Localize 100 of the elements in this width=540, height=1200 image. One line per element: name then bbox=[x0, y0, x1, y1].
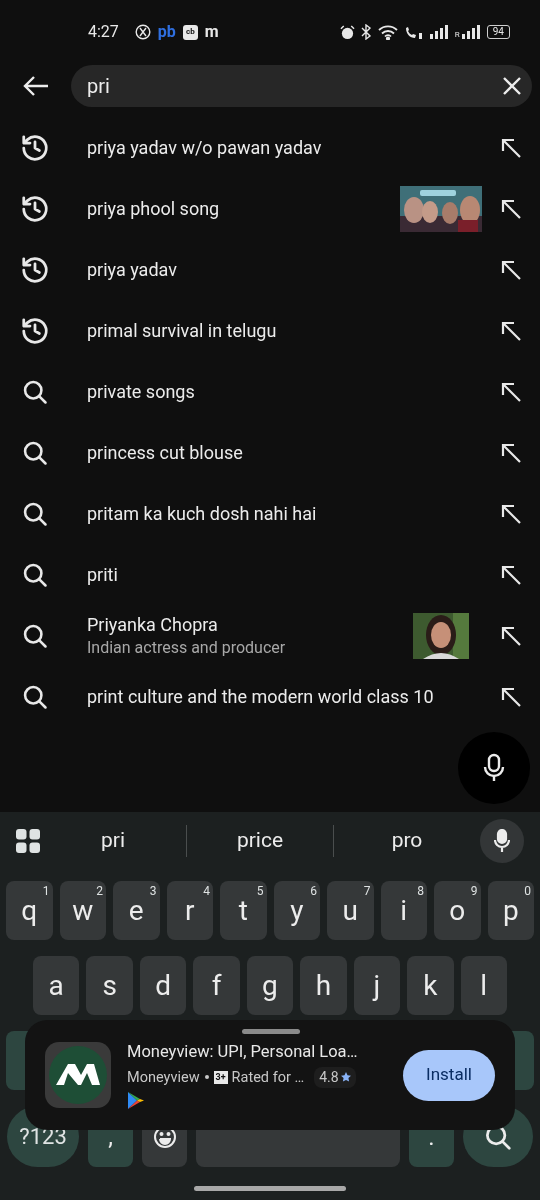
fill-query-arrow-icon[interactable] bbox=[500, 319, 522, 342]
close-icon[interactable] bbox=[502, 76, 522, 96]
status-time: 4:27 bbox=[88, 21, 119, 43]
play-store-icon bbox=[127, 1091, 145, 1111]
keyboard-key[interactable]: a bbox=[33, 956, 80, 1015]
fill-query-arrow-icon[interactable] bbox=[500, 258, 522, 281]
suggestion-text: primal survival in telugu bbox=[87, 318, 278, 343]
signal-icon bbox=[429, 25, 449, 39]
wifi-calling-icon bbox=[403, 24, 424, 40]
history-icon bbox=[20, 193, 50, 224]
fill-query-arrow-icon[interactable] bbox=[500, 136, 522, 159]
suggestion-subtitle: Indian actress and producer bbox=[87, 636, 287, 659]
key-hint: 4 bbox=[203, 885, 210, 897]
word-suggestion[interactable]: pri bbox=[101, 825, 125, 857]
key-hint: 1 bbox=[42, 885, 50, 897]
wifi-icon bbox=[377, 24, 398, 40]
age-rating-text: Rated for … bbox=[231, 1067, 305, 1088]
keyboard-key[interactable]: 3 e bbox=[113, 881, 160, 940]
signal-icon bbox=[461, 25, 481, 39]
fill-query-arrow-icon[interactable] bbox=[500, 441, 522, 464]
key-hint: 7 bbox=[363, 885, 371, 897]
word-suggestion[interactable]: price bbox=[236, 825, 284, 857]
key-label: t bbox=[238, 892, 248, 929]
notification-icon bbox=[134, 24, 151, 40]
suggestion-text: Priyanka Chopra bbox=[87, 612, 219, 637]
install-button[interactable]: Install bbox=[403, 1049, 495, 1101]
suggestion-item[interactable]: priya yadav w/o pawan yadav bbox=[0, 117, 540, 178]
apps-grid-icon[interactable] bbox=[16, 829, 40, 853]
suggestion-text: priya yadav w/o pawan yadav bbox=[87, 135, 323, 160]
suggestion-text: priya phool song bbox=[87, 196, 221, 221]
key-hint: 6 bbox=[310, 885, 317, 897]
fill-query-arrow-icon[interactable] bbox=[500, 197, 522, 220]
key-label: q bbox=[21, 892, 38, 929]
voice-input-button[interactable] bbox=[480, 819, 524, 863]
fill-query-arrow-icon[interactable] bbox=[500, 685, 522, 708]
fill-query-arrow-icon[interactable] bbox=[500, 380, 522, 403]
suggestion-item[interactable]: print culture and the modern world class 10 bbox=[0, 666, 540, 727]
fill-query-arrow-icon[interactable] bbox=[500, 563, 522, 586]
keyboard-key[interactable]: 5 t bbox=[220, 881, 267, 940]
keyboard-key[interactable]: s bbox=[86, 956, 133, 1015]
back-arrow-icon[interactable] bbox=[23, 75, 49, 97]
suggestion-item[interactable]: Priyanka Chopra Indian actress and producer bbox=[0, 605, 540, 666]
developer-name: Moneyview bbox=[127, 1067, 200, 1088]
fill-query-arrow-icon[interactable] bbox=[500, 624, 522, 647]
suggestion-text: private songs bbox=[87, 379, 196, 404]
history-icon bbox=[20, 132, 50, 163]
keyboard-key[interactable]: 4 r bbox=[166, 881, 213, 940]
notification-icon: m bbox=[204, 24, 219, 40]
star-icon bbox=[340, 1072, 351, 1083]
key-hint: 5 bbox=[256, 885, 264, 897]
suggestion-text: pritam ka kuch dosh nahi hai bbox=[87, 501, 318, 526]
keyboard-key[interactable]: 7 u bbox=[327, 881, 374, 940]
keyboard-key[interactable]: k bbox=[407, 956, 454, 1015]
keyboard-key[interactable]: f bbox=[193, 956, 240, 1015]
suggestion-item[interactable]: priya yadav bbox=[0, 239, 540, 300]
roaming-indicator: R bbox=[454, 31, 460, 39]
key-label: w bbox=[72, 892, 94, 929]
key-hint: 8 bbox=[417, 885, 424, 897]
suggestion-item[interactable]: princess cut blouse bbox=[0, 422, 540, 483]
suggestion-item[interactable]: primal survival in telugu bbox=[0, 300, 540, 361]
age-rating-badge: 3+ bbox=[213, 1070, 228, 1084]
key-label: u bbox=[342, 892, 358, 929]
suggestion-text: priti bbox=[87, 562, 119, 587]
rating-chip: 4.8 bbox=[314, 1066, 356, 1088]
keyboard-key[interactable]: 6 y bbox=[273, 881, 320, 940]
keyboard-key[interactable]: 0 p bbox=[487, 881, 534, 940]
keyboard-key[interactable]: l bbox=[460, 956, 507, 1015]
key-label: e bbox=[128, 892, 144, 929]
microphone-icon bbox=[494, 829, 510, 853]
history-icon bbox=[20, 254, 50, 285]
key-label: o bbox=[449, 892, 466, 929]
suggestion-item[interactable]: pritam ka kuch dosh nahi hai bbox=[0, 483, 540, 544]
word-suggestion[interactable]: pro bbox=[391, 825, 423, 857]
microphone-icon bbox=[483, 753, 505, 783]
key-label: y bbox=[290, 892, 304, 929]
drag-handle bbox=[242, 1029, 300, 1034]
history-icon bbox=[20, 315, 50, 346]
bluetooth-icon bbox=[360, 24, 372, 40]
keyboard-key[interactable]: 8 i bbox=[380, 881, 427, 940]
keyboard-key[interactable]: g bbox=[246, 956, 294, 1015]
suggestion-text: princess cut blouse bbox=[87, 440, 244, 465]
key-hint: 0 bbox=[524, 885, 531, 897]
search-input[interactable]: pri bbox=[87, 71, 502, 101]
search-field[interactable]: pri bbox=[71, 65, 532, 107]
fill-query-arrow-icon[interactable] bbox=[500, 502, 522, 525]
battery-indicator: 94 bbox=[486, 25, 510, 39]
key-label: i bbox=[400, 892, 408, 929]
alarm-icon bbox=[339, 24, 355, 40]
suggestion-item[interactable]: private songs bbox=[0, 361, 540, 422]
keyboard-key[interactable]: j bbox=[353, 956, 401, 1015]
keyboard-key[interactable]: d bbox=[139, 956, 187, 1015]
keyboard-key[interactable]: h bbox=[300, 956, 347, 1015]
app-logo-icon bbox=[48, 1045, 108, 1105]
suggestion-text: print culture and the modern world class 10 bbox=[87, 684, 435, 709]
notification-icon: cb bbox=[182, 24, 198, 40]
key-label: r bbox=[185, 892, 195, 929]
suggestion-item[interactable]: priya phool song bbox=[0, 178, 540, 239]
key-hint: 2 bbox=[96, 885, 103, 897]
suggestion-item[interactable]: priti bbox=[0, 544, 540, 605]
app-title: Moneyview: UPI, Personal Loa… bbox=[127, 1040, 359, 1063]
